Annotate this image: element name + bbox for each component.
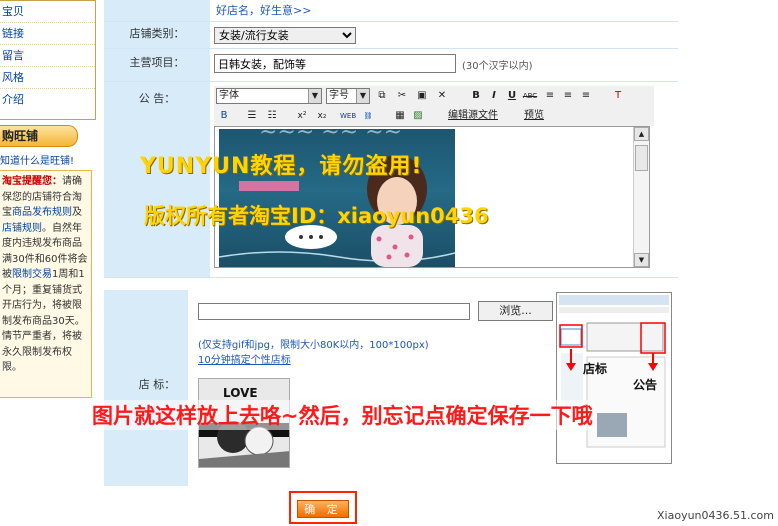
watermark-line-1: YUNYUN教程，请勿盗用! [140,154,423,179]
italic-button[interactable]: I [486,88,502,104]
row-category: 店铺类别： 女装/流行女装 [104,22,678,49]
row-label [104,0,210,21]
strike-button[interactable]: ABC [522,88,538,104]
confirm-highlight: 确 定 [289,491,357,524]
shop-slogan-link[interactable]: 好店名，好生意>> [216,2,311,18]
notice-text: 及 [72,207,82,218]
shop-rules-link[interactable]: 店铺规则 [2,223,42,234]
scroll-up-icon[interactable]: ▲ [634,127,649,141]
sidebar-item-style[interactable]: 风格 [0,67,95,89]
thumbnail-label-announcement: 公告 [633,377,657,392]
size-select-label: 字号 [329,90,349,101]
chevron-down-icon: ▼ [308,89,321,103]
logo-tutorial-link[interactable]: 10分钟搞定个性店标 [198,351,291,366]
business-label: 主营项目： [104,49,210,81]
logo-hint: (仅支持gif和jpg，限制大小80K以内，100*100px) [198,340,429,351]
category-label: 店铺类别： [104,22,210,48]
confirm-button[interactable]: 确 定 [297,500,349,518]
superscript-icon[interactable]: x² [294,108,310,124]
sidebar-item-intro[interactable]: 介绍 [0,89,95,111]
edit-source-link[interactable]: 编辑源文件 [448,108,498,124]
size-select[interactable]: 字号 ▼ [326,88,370,104]
align-right-icon[interactable]: ≡ [578,88,594,104]
notice-text: 请 [62,176,72,187]
link-icon[interactable]: ⛓ [360,108,376,124]
paste-icon[interactable]: ▣ [414,88,430,104]
bold-button[interactable]: B [468,88,484,104]
row-announcement: 公 告： 字体 ▼ 字号 ▼ ⧉ ✂ ▣ ✕ B I U ABC ≡ ≡ ≡ T B… [104,82,678,278]
web-link-icon[interactable]: WEB [340,108,356,124]
category-select[interactable]: 女装/流行女装 [214,27,356,44]
logo-file-input[interactable] [198,303,470,320]
rules-link[interactable]: 商品发布规则 [12,207,72,218]
table-icon[interactable]: ▦ [392,108,408,124]
underline-button[interactable]: U [504,88,520,104]
row-slogan: 好店名，好生意>> [104,0,678,22]
subscript-icon[interactable]: x₂ [314,108,330,124]
sidebar-nav: 宝贝 链接 留言 风格 介绍 [0,0,96,120]
buy-wangpu-button[interactable]: 购旺铺 [0,125,78,147]
browse-button[interactable]: 浏览... [478,301,553,321]
what-is-wangpu-link[interactable]: 知道什么是旺铺! [0,152,96,167]
unordered-list-icon[interactable]: ☷ [264,108,280,124]
thumbnail-label-logo: 店标 [583,361,607,376]
image-icon[interactable]: ▨ [410,108,426,124]
row-value: (30个汉字以内) [210,49,678,81]
watermark-line-2: 版权所有者淘宝ID：xiaoyun0436 [144,204,489,228]
font-select-label: 字体 [219,90,239,101]
footer-url: Xiaoyun0436.51.com [657,509,774,522]
reference-screenshot-illustration: 店标 公告 [559,295,669,448]
align-left-icon[interactable]: ≡ [542,88,558,104]
sidebar-item-links[interactable]: 链接 [0,23,95,45]
notice-text: 1周和1个月；重复铺货式开店行为，将被限制发布商品30天。情节严重者，将被永久限… [2,269,85,373]
reference-thumbnail: 店标 公告 [556,292,672,464]
chevron-down-icon: ▼ [356,89,369,103]
align-center-icon[interactable]: ≡ [560,88,576,104]
delete-icon[interactable]: ✕ [434,88,450,104]
notice-box: 淘宝提醒您：请确保您的店铺符合淘宝商品发布规则及店铺规则。自然年度内违规发布商品… [0,170,92,398]
text-color-icon[interactable]: T [610,88,626,104]
cut-icon[interactable]: ✂ [394,88,410,104]
svg-text:~~~ ~~ ~~: ~~~ ~~ ~~ [259,129,402,145]
copy-icon[interactable]: ⧉ [374,88,390,104]
notice-title: 淘宝提醒您： [2,176,62,187]
row-business: 主营项目： (30个汉字以内) [104,49,678,82]
font-select[interactable]: 字体 ▼ [216,88,322,104]
logo-preview-text: LOVE [223,386,258,400]
business-hint: (30个汉字以内) [462,61,533,72]
sidebar-item-products[interactable]: 宝贝 [0,1,95,23]
row-value: 女装/流行女装 [210,22,678,48]
left-sidebar: 宝贝 链接 留言 风格 介绍 购旺铺 知道什么是旺铺! 淘宝提醒您：请确保您的店… [0,0,100,526]
row-value: 好店名，好生意>> [210,0,678,21]
instruction-caption: 图片就这样放上去咯~然后，别忘记点确定保存一下哦 [92,400,593,430]
limit-trade-link[interactable]: 限制交易 [12,269,52,280]
editor-toolbar: 字体 ▼ 字号 ▼ ⧉ ✂ ▣ ✕ B I U ABC ≡ ≡ ≡ T B ☰ ☷ … [214,86,654,126]
preview-link[interactable]: 预览 [524,108,544,124]
sidebar-item-messages[interactable]: 留言 [0,45,95,67]
scroll-thumb[interactable] [635,145,648,171]
bg-color-icon[interactable]: B [216,108,232,124]
editor-scrollbar[interactable]: ▲ ▼ [633,127,649,267]
business-input[interactable] [214,54,456,73]
ordered-list-icon[interactable]: ☰ [244,108,260,124]
scroll-down-icon[interactable]: ▼ [634,253,649,267]
